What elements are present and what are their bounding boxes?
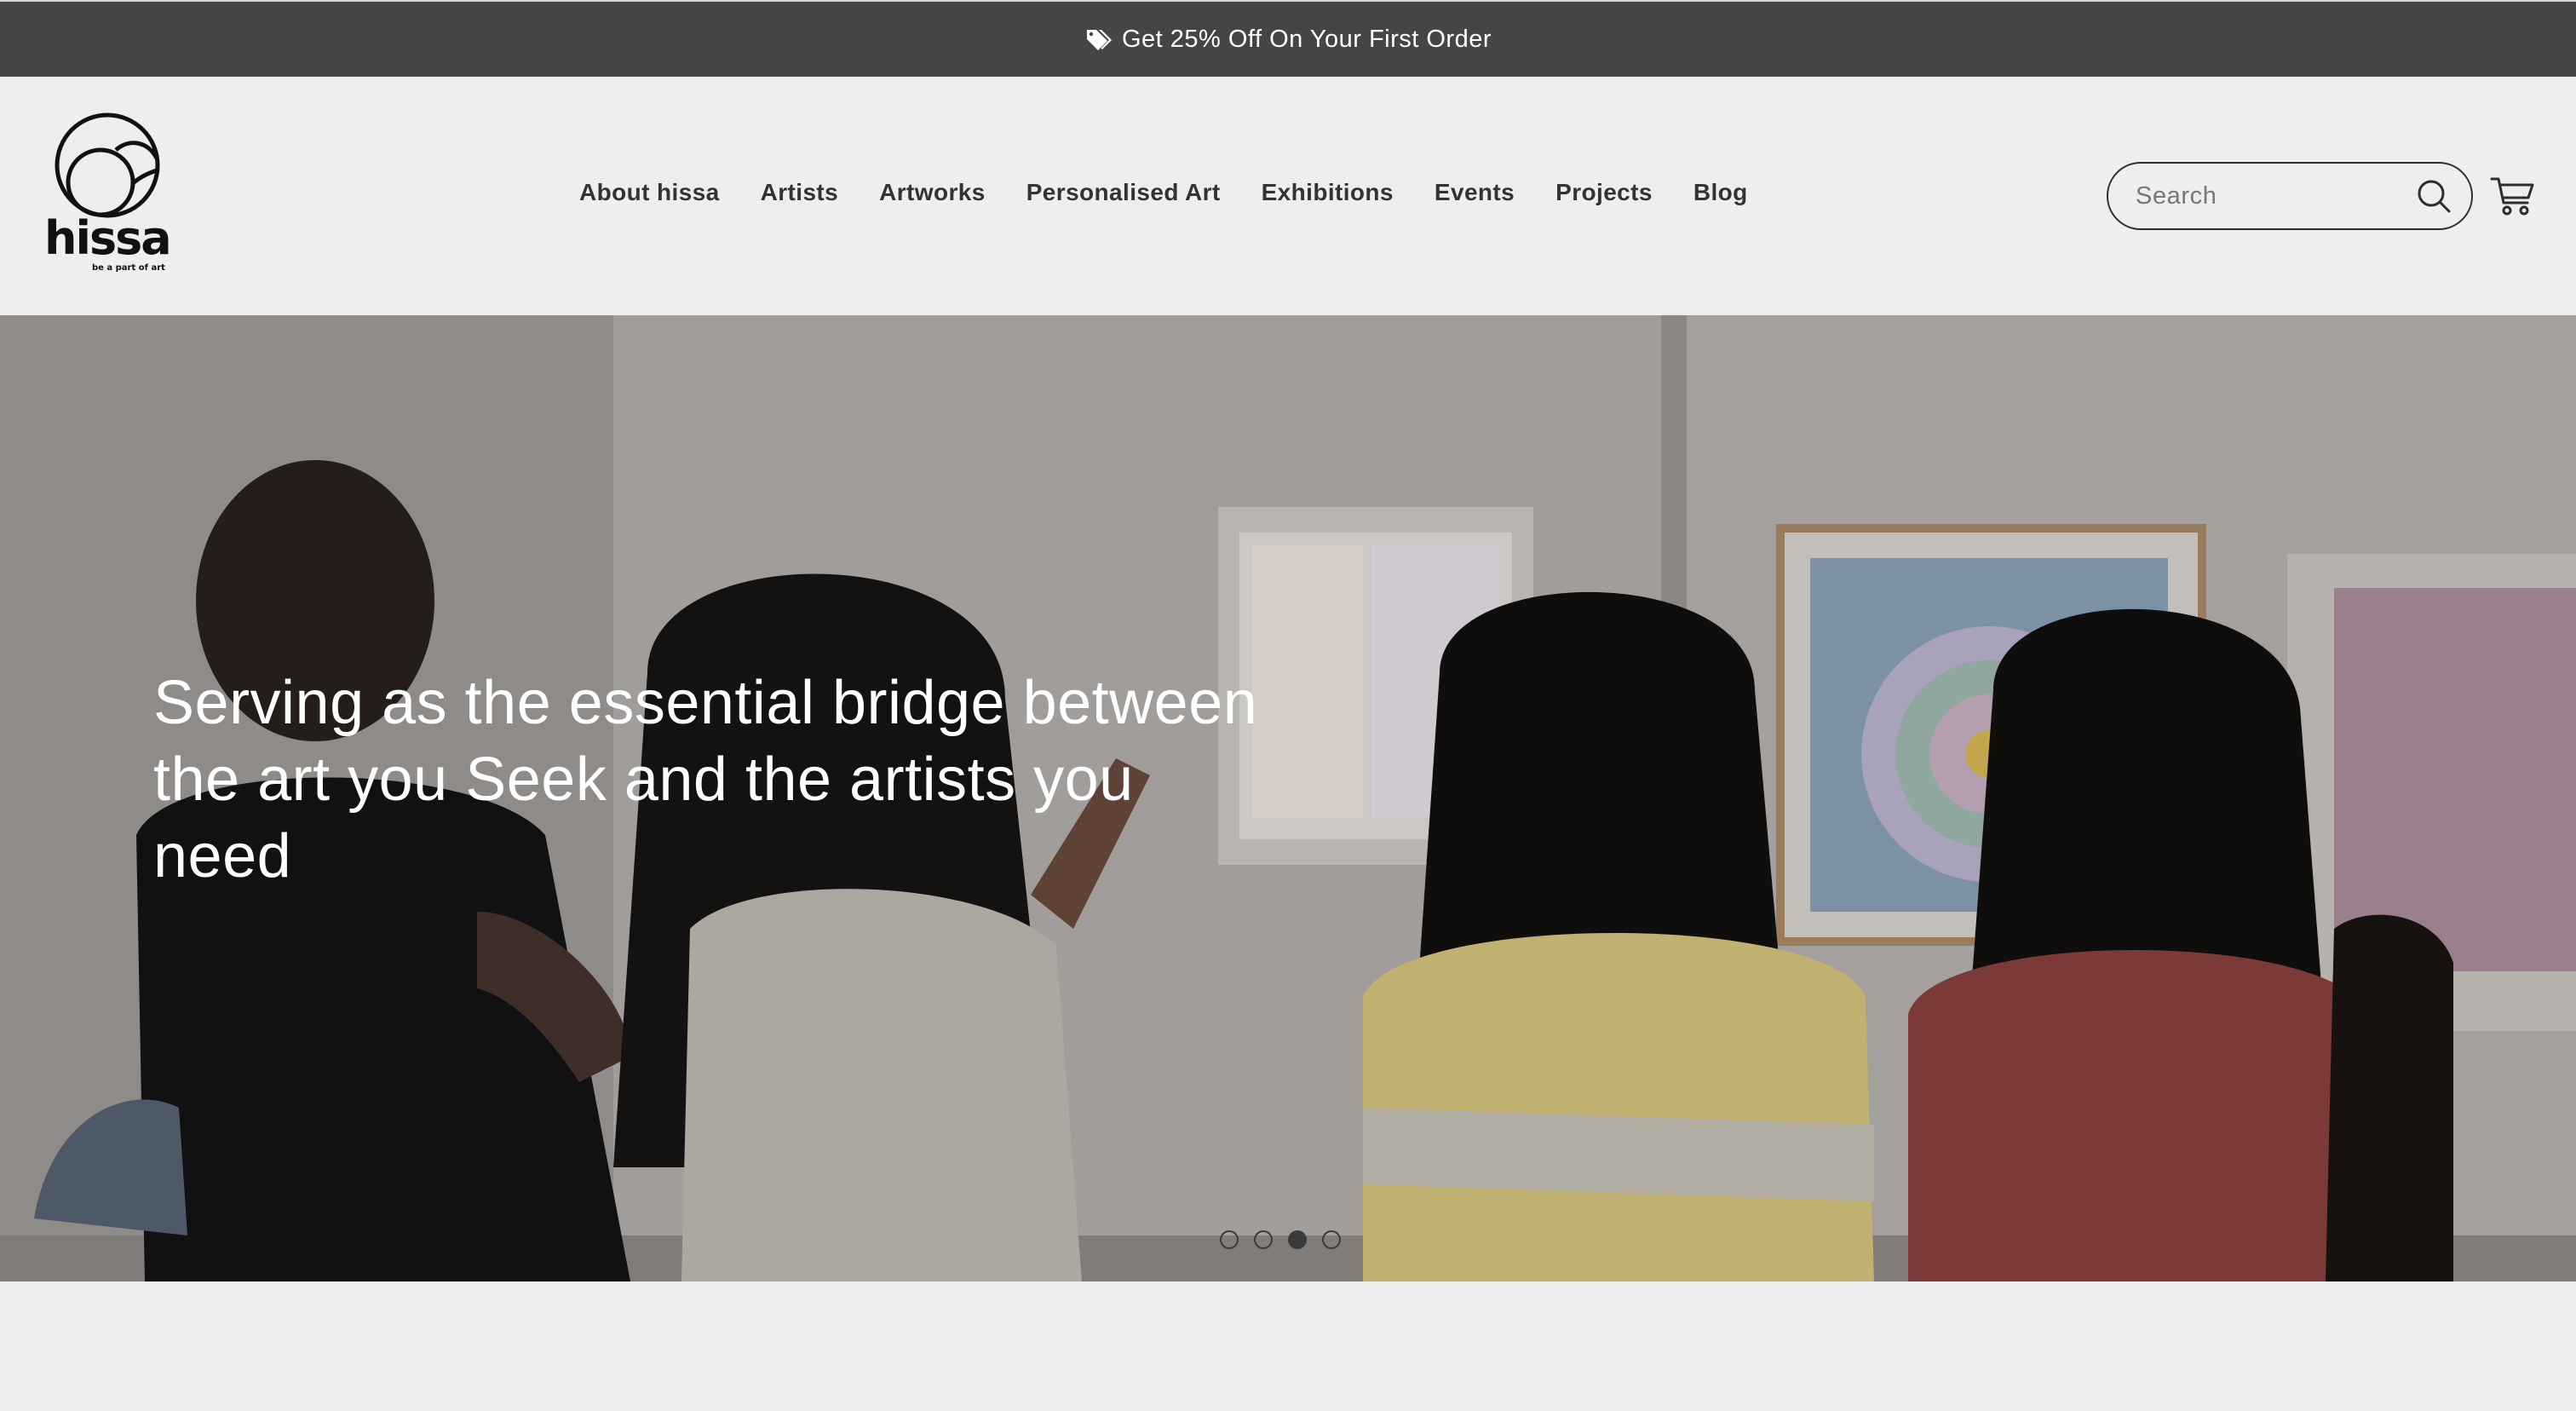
logo-wordmark: hissa — [44, 211, 172, 265]
page: Get 25% Off On Your First Order hissa be… — [0, 0, 2576, 1411]
slide-dot-1[interactable] — [1220, 1230, 1239, 1249]
nav-item-exhibitions[interactable]: Exhibitions — [1262, 179, 1394, 206]
nav-item-about[interactable]: About hissa — [579, 179, 720, 206]
logo-tagline: be a part of art — [92, 263, 165, 273]
slide-dot-2[interactable] — [1254, 1230, 1273, 1249]
hero-heading: Serving as the essential bridge between … — [153, 669, 1258, 890]
main-nav: About hissa Artists Artworks Personalise… — [579, 179, 1748, 206]
search-icon[interactable] — [2415, 177, 2452, 215]
slide-dot-4[interactable] — [1322, 1230, 1341, 1249]
nav-item-artworks[interactable]: Artworks — [879, 179, 986, 206]
nav-item-events[interactable]: Events — [1435, 179, 1515, 206]
slide-dot-3[interactable] — [1288, 1230, 1307, 1249]
search-box — [2107, 162, 2473, 230]
nav-item-blog[interactable]: Blog — [1693, 179, 1748, 206]
nav-item-artists[interactable]: Artists — [761, 179, 839, 206]
content-area — [0, 1281, 2576, 1411]
logo[interactable]: hissa be a part of art — [44, 112, 172, 283]
nav-item-personalised-art[interactable]: Personalised Art — [1026, 179, 1221, 206]
cart-icon[interactable] — [2489, 170, 2537, 218]
hero-banner: Serving as the essential bridge between … — [0, 315, 2576, 1281]
site-header: hissa be a part of art About hissa Artis… — [0, 77, 2576, 315]
nav-item-projects[interactable]: Projects — [1555, 179, 1653, 206]
search-input[interactable] — [2134, 181, 2393, 211]
tags-icon — [1084, 27, 1113, 51]
slider-dots — [1220, 1230, 1341, 1249]
announcement-text: Get 25% Off On Your First Order — [1121, 25, 1492, 53]
announcement-bar[interactable]: Get 25% Off On Your First Order — [0, 0, 2576, 77]
logo-mark-icon — [55, 112, 160, 218]
